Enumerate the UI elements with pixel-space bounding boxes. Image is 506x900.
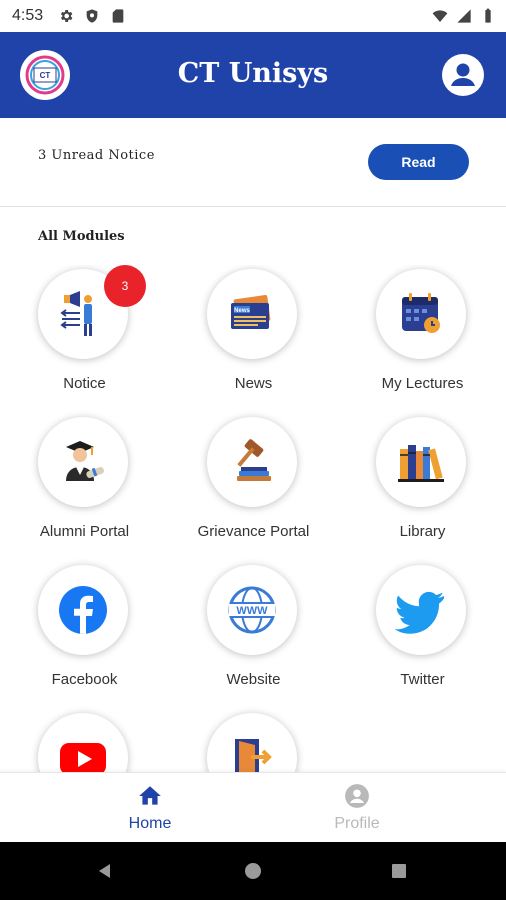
module-label: Twitter	[400, 671, 445, 688]
bottom-navigation: Home Profile	[0, 772, 506, 843]
exit-door-icon	[235, 739, 272, 773]
module-alumni-portal[interactable]: Alumni Portal	[0, 413, 169, 561]
home-icon	[139, 786, 161, 805]
globe-www-icon: WWW	[228, 586, 276, 634]
module-news[interactable]: News News	[169, 265, 338, 413]
modules-grid: 3 Notice News News My Lectures Alumni Po…	[0, 265, 506, 773]
status-time: 4:53	[12, 7, 44, 24]
module-label: Grievance Portal	[197, 523, 310, 540]
module-circle[interactable]	[38, 565, 128, 655]
svg-text:News: News	[234, 308, 250, 314]
nav-label: Profile	[334, 815, 380, 832]
module-website[interactable]: WWW Website	[169, 561, 338, 709]
module-label: Alumni Portal	[39, 523, 130, 540]
nav-label: Home	[128, 815, 172, 832]
unread-notice-text: 3 Unread Notice	[38, 148, 155, 163]
books-icon	[398, 445, 444, 482]
system-navigation-bar	[0, 842, 506, 900]
newspaper-icon: News	[231, 295, 271, 329]
account-circle-icon	[345, 784, 369, 808]
signal-icon	[456, 8, 472, 29]
app-title: CT Unisys	[177, 58, 329, 89]
shield-icon	[84, 8, 100, 29]
back-icon[interactable]	[96, 862, 114, 880]
battery-icon	[480, 8, 496, 29]
sd-card-icon	[110, 8, 126, 29]
module-notice[interactable]: 3 Notice	[0, 265, 169, 413]
module-facebook[interactable]: Facebook	[0, 561, 169, 709]
module-label: Website	[226, 671, 281, 688]
status-bar: 4:53	[0, 0, 506, 32]
module-label: My Lectures	[381, 375, 464, 392]
megaphone-icon	[60, 291, 92, 336]
module-circle[interactable]	[376, 417, 466, 507]
module-library[interactable]: Library	[338, 413, 506, 561]
module-circle[interactable]: News	[207, 269, 297, 359]
modules-heading: All Modules	[38, 229, 125, 244]
read-button[interactable]: Read	[368, 144, 469, 180]
recents-icon[interactable]	[390, 862, 408, 880]
module-label: News	[234, 375, 273, 392]
svg-text:WWW: WWW	[236, 605, 268, 617]
module-circle[interactable]	[207, 713, 297, 773]
module-circle[interactable]: WWW	[207, 565, 297, 655]
module-youtube[interactable]	[0, 709, 169, 773]
module-circle[interactable]	[376, 269, 466, 359]
module-my-lectures[interactable]: My Lectures	[338, 265, 506, 413]
graduate-icon	[66, 441, 104, 481]
wifi-icon	[432, 8, 448, 29]
gear-icon	[58, 8, 74, 29]
account-circle-icon[interactable]	[442, 54, 484, 96]
app-bar: CT CT Unisys	[0, 32, 506, 118]
module-circle[interactable]	[38, 713, 128, 773]
youtube-icon	[60, 743, 106, 773]
module-circle[interactable]	[38, 417, 128, 507]
facebook-icon	[59, 586, 107, 634]
module-label: Notice	[63, 375, 106, 392]
module-circle[interactable]	[207, 417, 297, 507]
nav-profile[interactable]: Profile	[287, 783, 427, 833]
module-label: Library	[399, 523, 446, 540]
home-circle-icon[interactable]	[244, 862, 262, 880]
module-circle[interactable]	[376, 565, 466, 655]
notification-badge: 3	[104, 265, 146, 307]
unread-notice-bar: 3 Unread Notice Read	[0, 118, 506, 207]
module-exit[interactable]	[169, 709, 338, 773]
module-twitter[interactable]: Twitter	[338, 561, 506, 709]
calendar-icon	[402, 293, 440, 333]
gavel-icon	[237, 439, 271, 481]
module-grievance-portal[interactable]: Grievance Portal	[169, 413, 338, 561]
twitter-icon	[394, 591, 444, 634]
module-label: Facebook	[51, 671, 118, 688]
nav-home[interactable]: Home	[80, 783, 220, 833]
